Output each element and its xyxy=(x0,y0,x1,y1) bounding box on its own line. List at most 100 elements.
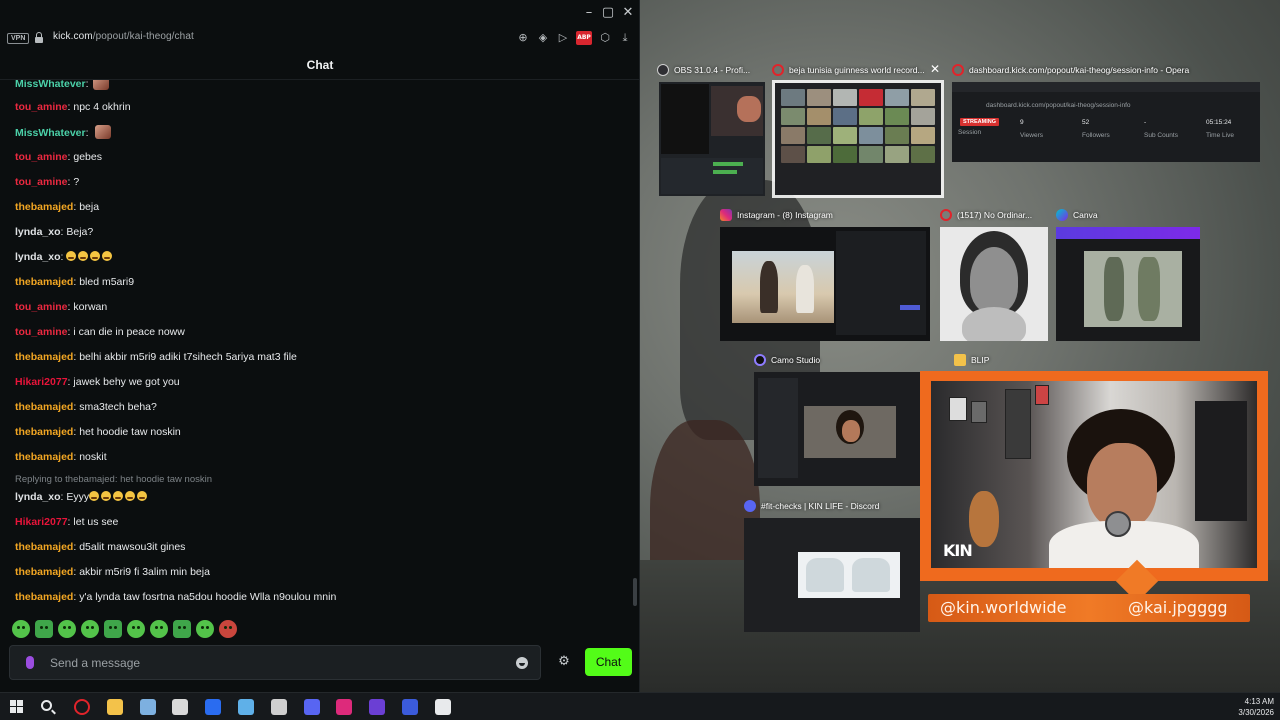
chat-username[interactable]: tou_amine xyxy=(15,301,68,313)
kick-emote-7-icon[interactable] xyxy=(150,620,168,638)
chat-message: thebamajed: y'a lynda taw fosrtna na5dou… xyxy=(15,591,337,603)
notepad-icon[interactable] xyxy=(434,699,451,715)
chat-username[interactable]: lynda_xo xyxy=(15,226,61,238)
chat-username[interactable]: thebamajed xyxy=(15,541,73,553)
microphone-icon[interactable] xyxy=(26,656,34,669)
chat-message: tou_amine: ? xyxy=(15,176,80,188)
chat-username[interactable]: thebamajed xyxy=(15,276,73,288)
kick-emote-4-icon[interactable] xyxy=(81,620,99,638)
avatar-emote xyxy=(95,125,112,139)
chat-message: lynda_xo: xyxy=(15,250,114,264)
minimize-button[interactable]: – xyxy=(580,4,598,22)
laughing-emoji-icon xyxy=(78,251,89,261)
file-explorer-icon[interactable] xyxy=(106,699,123,715)
kick-emote-9-icon[interactable] xyxy=(196,620,214,638)
shield-icon[interactable]: ◈ xyxy=(536,31,550,45)
chat-message-text: sma3tech beha? xyxy=(79,401,157,413)
kick-emote-6-icon[interactable] xyxy=(127,620,145,638)
webcam-overlay: KIN xyxy=(920,371,1268,581)
url-text[interactable]: kick.com/popout/kai-theog/chat xyxy=(53,31,194,42)
bravo-icon[interactable] xyxy=(369,699,386,715)
kick-emote-3-icon[interactable] xyxy=(58,620,76,638)
chat-message: thebamajed: bled m5ari9 xyxy=(15,276,135,288)
adblock-icon[interactable]: ABP xyxy=(576,31,592,45)
search-icon[interactable] xyxy=(41,700,52,711)
chat-message-list[interactable]: MissWhatever: tou_amine: npc 4 okhrin Miss… xyxy=(0,80,632,610)
chat-username[interactable]: MissWhatever xyxy=(15,127,86,139)
close-button[interactable]: ✕ xyxy=(619,4,637,22)
chat-username[interactable]: lynda_xo xyxy=(15,251,61,263)
chat-username[interactable]: lynda_xo xyxy=(15,491,61,503)
kick-emote-5-icon[interactable] xyxy=(104,620,122,638)
chat-username[interactable]: thebamajed xyxy=(15,401,73,413)
chat-username[interactable]: tou_amine xyxy=(15,176,68,188)
start-button[interactable] xyxy=(10,700,23,713)
address-bar-actions: ⊕ ◈ ▷ ABP ⬡ ⤓ xyxy=(516,30,632,46)
close-thumb-icon[interactable]: ✕ xyxy=(930,62,940,76)
chat-username[interactable]: thebamajed xyxy=(15,201,73,213)
chatgpt-icon[interactable] xyxy=(172,699,189,715)
chat-username[interactable]: thebamajed xyxy=(15,351,73,363)
chat-message-text: ? xyxy=(73,176,80,188)
extensions-icon[interactable]: ⬡ xyxy=(598,31,612,45)
kick-emote-2-icon[interactable] xyxy=(35,620,53,638)
chat-username[interactable]: thebamajed xyxy=(15,426,73,438)
chat-username[interactable]: tou_amine xyxy=(15,326,68,338)
laughing-emoji-icon xyxy=(66,251,77,261)
maximize-button[interactable]: ▢ xyxy=(599,4,617,22)
chat-message: tou_amine: npc 4 okhrin xyxy=(15,101,131,113)
chat-settings-gear-icon[interactable]: ⚙ xyxy=(557,655,571,669)
chat-message-text: noskit xyxy=(79,451,107,463)
zoom-icon[interactable]: ⊕ xyxy=(516,31,530,45)
clock[interactable]: 4:13 AM 3/30/2026 xyxy=(1238,696,1274,718)
lock-icon[interactable] xyxy=(35,32,43,43)
obs-icon[interactable] xyxy=(270,699,287,715)
microphone-icon xyxy=(1105,511,1131,537)
chat-message-text: bled m5ari9 xyxy=(79,276,135,288)
chat-scrollbar[interactable] xyxy=(633,578,637,606)
camo-icon xyxy=(754,354,766,366)
webcam-feed: KIN xyxy=(931,381,1257,568)
kick-emote-10-icon[interactable] xyxy=(219,620,237,638)
chat-message: tou_amine: gebes xyxy=(15,151,102,163)
chat-username[interactable]: Hikari2077 xyxy=(15,516,68,528)
instagram-icon[interactable] xyxy=(336,699,353,715)
message-input[interactable] xyxy=(50,652,510,674)
discord-icon[interactable] xyxy=(303,699,320,715)
kick-emote-1-icon[interactable] xyxy=(12,620,30,638)
kick-emote-8-icon[interactable] xyxy=(173,620,191,638)
opera-icon[interactable] xyxy=(74,699,90,715)
reply-reference[interactable]: Replying to thebamajed: het hoodie taw n… xyxy=(15,474,212,485)
chat-message-text: let us see xyxy=(73,516,119,528)
thumb-title-obs: OBS 31.0.4 - Profi... xyxy=(674,65,751,75)
address-bar[interactable]: VPN kick.com/popout/kai-theog/chat ⊕ ◈ ▷… xyxy=(0,26,639,50)
vpn-badge[interactable]: VPN xyxy=(7,33,30,44)
chat-username[interactable]: thebamajed xyxy=(15,451,73,463)
opera-icon xyxy=(952,64,964,76)
thumb-title-opera-dashboard: dashboard.kick.com/popout/kai-theog/sess… xyxy=(969,65,1190,75)
emoji-picker-icon[interactable] xyxy=(516,657,528,669)
laughing-emoji-icon xyxy=(125,491,136,501)
thumb-title-blip: BLIP xyxy=(971,355,990,365)
shield-app-icon[interactable] xyxy=(205,699,222,715)
chat-username[interactable]: MissWhatever xyxy=(15,80,86,90)
discord-preview xyxy=(744,518,920,632)
thumb-title-opera-search: beja tunisia guinness world record... xyxy=(789,65,925,75)
stat-viewers: 9 Viewers xyxy=(1020,119,1044,139)
canva-icon xyxy=(1056,209,1068,221)
download-icon[interactable]: ⤓ xyxy=(618,31,632,45)
chat-username[interactable]: thebamajed xyxy=(15,566,73,578)
play-icon[interactable]: ▷ xyxy=(556,31,570,45)
chat-username[interactable]: tou_amine xyxy=(15,151,68,163)
chat-username[interactable]: Hikari2077 xyxy=(15,376,68,388)
chat-username[interactable]: thebamajed xyxy=(15,591,73,603)
thumb-title-canva: Canva xyxy=(1073,210,1098,220)
browser-icon[interactable] xyxy=(139,699,156,715)
chat-username[interactable]: tou_amine xyxy=(15,101,68,113)
paint-icon[interactable] xyxy=(238,699,254,715)
url-host: kick.com xyxy=(53,31,93,42)
chat-message: lynda_xo: Eyyy xyxy=(15,490,149,504)
camo-icon[interactable] xyxy=(402,699,418,715)
send-chat-button[interactable]: Chat xyxy=(585,648,632,676)
url-path: /popout/kai-theog/chat xyxy=(92,31,194,42)
